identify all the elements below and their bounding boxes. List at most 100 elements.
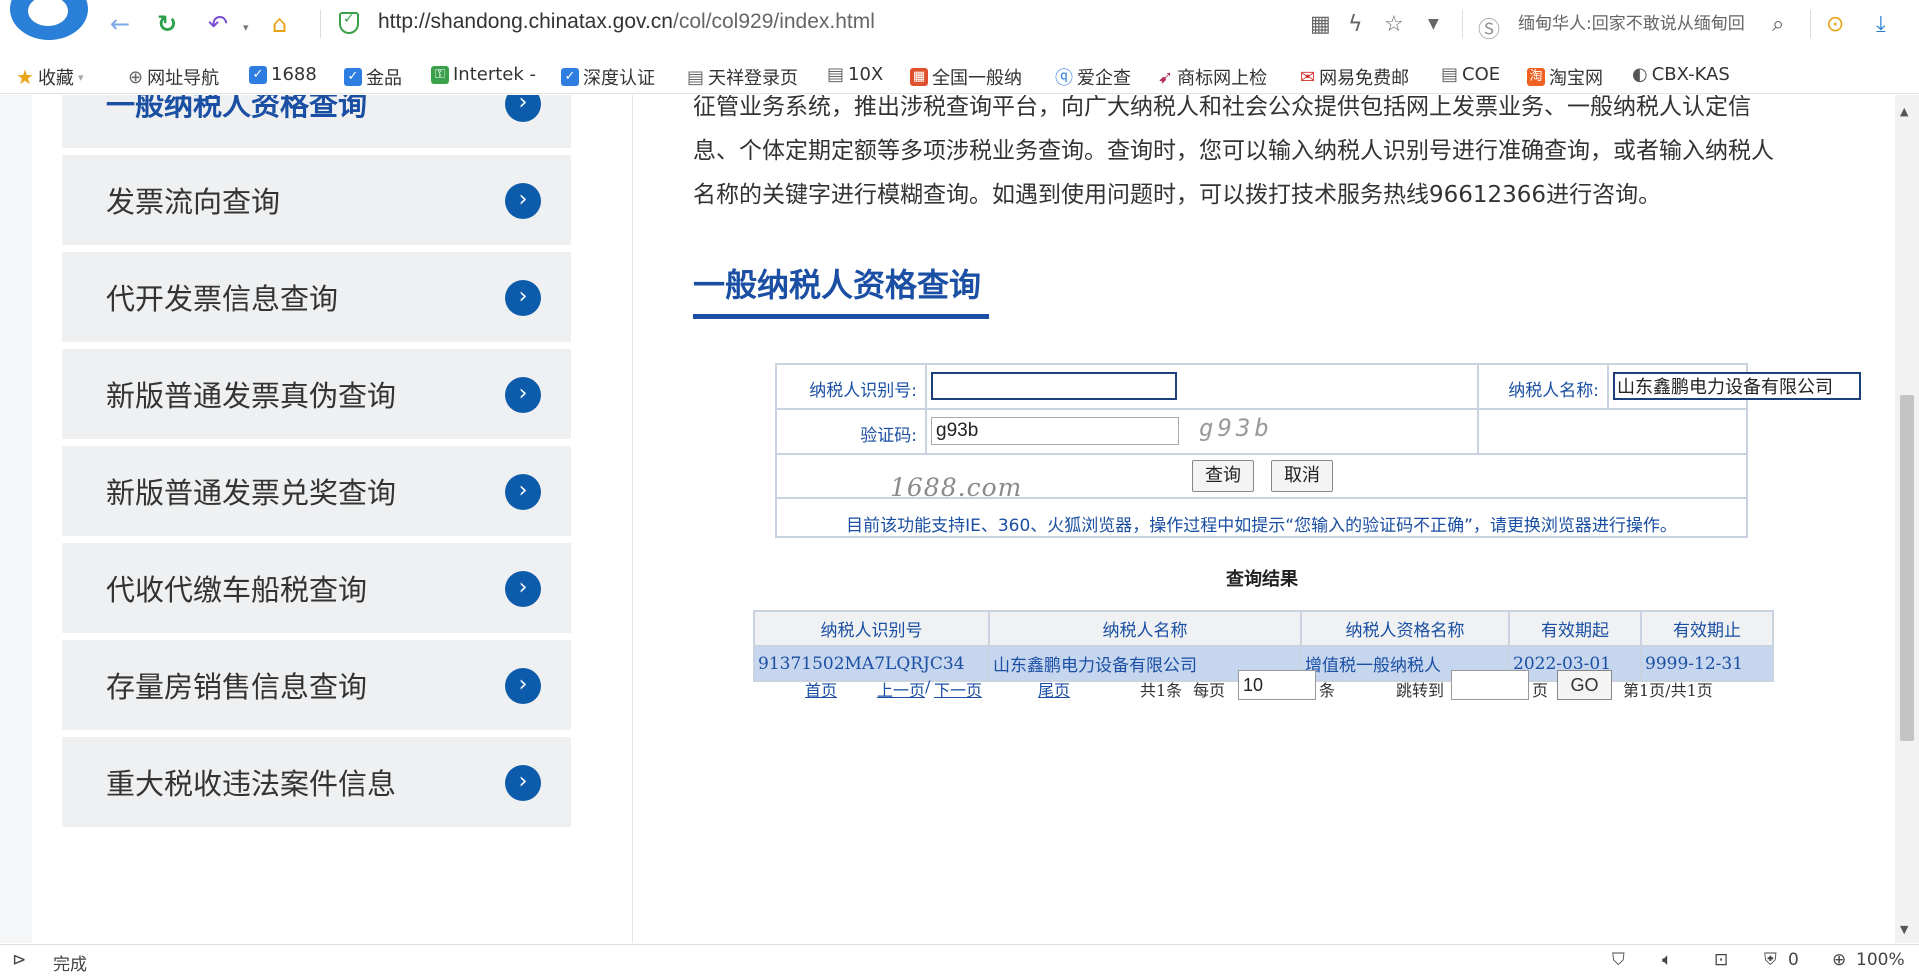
bookmark-item[interactable]: ▤ 天祥登录页 bbox=[687, 64, 798, 90]
vertical-scrollbar[interactable]: ▲ ▼ bbox=[1895, 95, 1919, 943]
sidebar-item-proxy-invoice[interactable]: 代开发票信息查询 › bbox=[62, 252, 571, 342]
bookmark-item[interactable]: ⊕ 网址导航 bbox=[128, 64, 219, 90]
bookmark-label: 天祥登录页 bbox=[708, 68, 799, 89]
chevron-right-icon: › bbox=[505, 183, 541, 219]
bookmark-item[interactable]: ➹ 商标网上检 bbox=[1158, 64, 1267, 90]
last-page-link[interactable]: 尾页 bbox=[1038, 677, 1070, 701]
sidebar-item-vehicle-tax[interactable]: 代收代缴车船税查询 › bbox=[62, 543, 571, 633]
lightning-icon[interactable]: ϟ bbox=[1348, 12, 1363, 37]
zoom-level[interactable]: 100% bbox=[1856, 950, 1905, 970]
bookmark-item[interactable]: ▦ 全国一般纳 bbox=[910, 64, 1022, 90]
bookmark-favorites[interactable]: ★ 收藏 ▾ bbox=[16, 64, 83, 90]
sidebar-item-general-taxpayer[interactable]: 一般纳税人资格查询 › bbox=[62, 95, 571, 148]
address-bar[interactable]: http://shandong.chinatax.gov.cn/col/col9… bbox=[378, 10, 875, 34]
grid-icon: ▦ bbox=[910, 68, 928, 86]
column-divider bbox=[632, 95, 633, 943]
bookmark-item[interactable]: ✓ 1688 bbox=[249, 64, 317, 85]
first-page-link[interactable]: 首页 bbox=[805, 677, 837, 701]
sidebar-item-invoice-authenticity[interactable]: 新版普通发票真伪查询 › bbox=[62, 349, 571, 439]
bookmark-item[interactable]: ▤ COE bbox=[1441, 64, 1500, 85]
chevron-right-icon: › bbox=[505, 765, 541, 801]
shield-icon: ✓ bbox=[249, 65, 267, 84]
arrow-icon: ➹ bbox=[1158, 66, 1174, 88]
results-title: 查询结果 bbox=[1226, 569, 1298, 590]
security-check-icon[interactable]: ⛉ bbox=[1612, 950, 1625, 970]
toolbar-divider bbox=[1462, 10, 1463, 38]
captcha-label: 验证码: bbox=[860, 426, 917, 446]
bookmark-item[interactable]: ✓ 深度认证 bbox=[561, 64, 655, 90]
bookmark-item[interactable]: 淘淘宝网 bbox=[1527, 64, 1603, 90]
intro-paragraph: 征管业务系统，推出涉税查询平台，向广大纳税人和社会公众提供包括网上发票业务、一般… bbox=[693, 95, 1833, 217]
bookmark-label: 收藏 bbox=[37, 68, 74, 89]
taxpayer-id-input[interactable] bbox=[931, 372, 1177, 400]
scrollbar-thumb[interactable] bbox=[1900, 395, 1914, 741]
sidebar-item-housing-sales[interactable]: 存量房销售信息查询 › bbox=[62, 640, 571, 730]
column-header: 有效期起 bbox=[1508, 610, 1642, 647]
undo-dropdown-icon[interactable]: ▾ bbox=[243, 14, 249, 42]
bookmark-item[interactable]: ✉ 网易免费邮 bbox=[1300, 64, 1409, 90]
bookmark-item[interactable]: ◐ CBX-KAS bbox=[1632, 64, 1730, 85]
download-icon[interactable]: ⤓ bbox=[1876, 12, 1886, 37]
captcha-image[interactable]: g93b bbox=[1199, 414, 1273, 442]
search-engine-icon[interactable]: Ⓢ bbox=[1478, 12, 1500, 44]
form-cell: 纳税人识别号: bbox=[777, 365, 927, 408]
taxpayer-id-label: 纳税人识别号: bbox=[809, 381, 917, 401]
document-icon: ▤ bbox=[1441, 64, 1459, 85]
refresh-icon[interactable]: ↻ bbox=[157, 10, 177, 38]
bookmark-label: 全国一般纳 bbox=[932, 68, 1022, 89]
url-path: /col/col929/index.html bbox=[672, 10, 875, 33]
sidebar-item-invoice-lottery[interactable]: 新版普通发票兑奖查询 › bbox=[62, 446, 571, 536]
undo-close-icon[interactable]: ↶ bbox=[208, 10, 228, 38]
security-shield-icon[interactable] bbox=[339, 11, 359, 34]
taxpayer-name-input[interactable]: 山东鑫鹏电力设备有限公司 bbox=[1613, 372, 1861, 400]
form-cell: 验证码: bbox=[777, 410, 927, 453]
bookmark-label: Intertek - bbox=[453, 64, 537, 85]
sidebar-item-label: 重大税收违法案件信息 bbox=[106, 767, 397, 801]
url-host: http://shandong.chinatax.gov.cn bbox=[378, 10, 673, 33]
zoom-icon[interactable]: ⊕ bbox=[1832, 950, 1846, 970]
search-icon[interactable]: ⌕ bbox=[1772, 12, 1784, 37]
go-button[interactable]: GO bbox=[1557, 670, 1612, 700]
qrcode-icon[interactable]: ▦ bbox=[1310, 12, 1331, 37]
sidebar-item-label: 新版普通发票兑奖查询 bbox=[106, 476, 397, 510]
prev-page-link[interactable]: 上一页 bbox=[877, 677, 925, 701]
column-header: 纳税人名称 bbox=[988, 610, 1302, 647]
url-dropdown-icon[interactable]: ▼ bbox=[1428, 16, 1439, 32]
bookmark-item[interactable]: ⚿ Intertek - bbox=[431, 64, 536, 85]
jump-page-input[interactable] bbox=[1451, 670, 1529, 700]
adblock-count: 0 bbox=[1788, 950, 1799, 970]
scroll-up-icon[interactable]: ▲ bbox=[1900, 105, 1908, 118]
page-info: 第1页/共1页 bbox=[1623, 681, 1713, 700]
bookmark-item[interactable]: ⓠ 爱企查 bbox=[1055, 64, 1131, 90]
bookmark-label: 金品 bbox=[366, 68, 402, 89]
document-icon: ▤ bbox=[827, 64, 845, 85]
sound-icon[interactable]: 🔈︎ bbox=[1662, 950, 1672, 970]
chevron-right-icon: › bbox=[505, 95, 541, 122]
scroll-down-icon[interactable]: ▼ bbox=[1900, 923, 1908, 936]
sidebar-item-label: 一般纳税人资格查询 bbox=[106, 95, 368, 122]
search-input[interactable]: 缅甸华人:回家不敢说从缅甸回 bbox=[1518, 10, 1758, 38]
next-page-link[interactable]: 下一页 bbox=[934, 677, 982, 701]
sidebar-item-violation-cases[interactable]: 重大税收违法案件信息 › bbox=[62, 737, 571, 827]
bookmark-label: 1688 bbox=[271, 64, 317, 85]
per-page-input[interactable]: 10 bbox=[1238, 670, 1316, 700]
favorite-star-icon[interactable]: ☆ bbox=[1384, 12, 1404, 37]
toolbar-divider bbox=[320, 10, 321, 38]
menu-more-icon[interactable]: ⊙ bbox=[1826, 12, 1844, 37]
sidebar-item-invoice-flow[interactable]: 发票流向查询 › bbox=[62, 155, 571, 245]
per-page-unit: 条 bbox=[1319, 681, 1336, 700]
sidebar-toggle-icon[interactable]: ⊳ bbox=[12, 950, 26, 970]
home-icon[interactable]: ⌂ bbox=[272, 10, 287, 38]
bookmark-item[interactable]: ✓ 金品 bbox=[344, 64, 402, 90]
page-unit: 页 bbox=[1532, 681, 1549, 700]
cancel-button[interactable]: 取消 bbox=[1271, 460, 1333, 492]
bookmark-item[interactable]: ▤ 10X bbox=[827, 64, 883, 85]
chevron-right-icon: › bbox=[505, 280, 541, 316]
query-button[interactable]: 查询 bbox=[1192, 460, 1254, 492]
screenshot-icon[interactable]: ⊡ bbox=[1714, 950, 1728, 970]
back-icon[interactable]: ← bbox=[110, 10, 130, 38]
captcha-input[interactable]: g93b bbox=[931, 417, 1179, 445]
form-cell: 山东鑫鹏电力设备有限公司 bbox=[1609, 365, 1861, 408]
column-header: 有效期止 bbox=[1640, 610, 1774, 647]
adblock-icon[interactable]: ⛨ bbox=[1764, 950, 1777, 970]
